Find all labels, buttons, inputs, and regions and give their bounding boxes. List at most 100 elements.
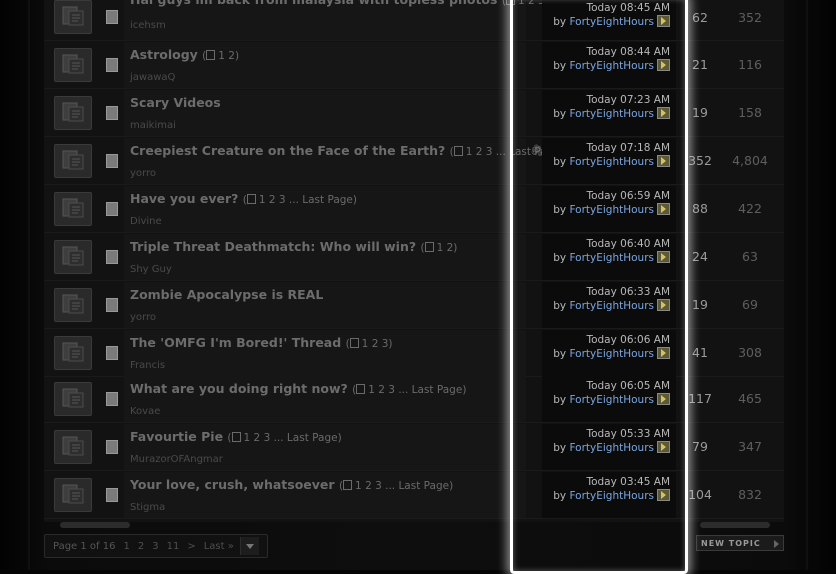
topic-page-links[interactable]: 1 2 3 ... Last Page (259, 194, 353, 206)
last-post-user-link[interactable]: FortyEightHours (570, 348, 655, 360)
topic-starter[interactable]: yorro (130, 168, 156, 179)
last-post-cell: Today 06:40 AM by FortyEightHours (542, 234, 676, 280)
view-count: 347 (738, 439, 762, 454)
last-page-link[interactable]: Last » (204, 541, 234, 552)
topic-starter[interactable]: Shy Guy (130, 264, 172, 275)
topic-title-link[interactable]: Hai guys im back from malaysia with topl… (130, 0, 497, 7)
last-post-user-link[interactable]: FortyEightHours (570, 442, 655, 454)
new-topic-button[interactable]: NEW TOPIC (696, 535, 784, 551)
multipage-icon (246, 194, 256, 204)
topic-title-line: Creepiest Creature on the Face of the Ea… (130, 143, 564, 158)
last-post-by: by FortyEightHours (553, 107, 670, 120)
left-border (28, 0, 30, 570)
topic-cell: Have you ever? (1 2 3 ... Last Page) Div… (124, 186, 526, 232)
topic-page-links[interactable]: 1 2 3 ... Last Page (355, 480, 449, 492)
topic-pages: (1 2 3) (345, 338, 393, 350)
topic-starter[interactable]: jawawaQ (130, 72, 175, 83)
topic-page-links[interactable]: 1 2 (437, 242, 454, 254)
topic-title-link[interactable]: Favourtie Pie (130, 429, 223, 444)
reply-count: 21 (692, 57, 708, 72)
topic-title-link[interactable]: What are you doing right now? (130, 381, 348, 396)
last-post-user-link[interactable]: FortyEightHours (570, 16, 655, 28)
rating-icon (106, 298, 118, 312)
topic-starter[interactable]: MurazorOFAngmar (130, 454, 223, 465)
topic-page-links[interactable]: 1 2 3 (362, 338, 389, 350)
topic-title-link[interactable]: Astrology (130, 47, 198, 62)
reply-count: 24 (692, 249, 708, 264)
topic-title-link[interactable]: Zombie Apocalypse is REAL (130, 287, 323, 302)
table-row: Zombie Apocalypse is REAL yorro Today 06… (44, 282, 784, 329)
go-to-last-post-icon[interactable] (657, 155, 670, 167)
topic-pages: (1 2) (420, 242, 458, 254)
topic-cell: Zombie Apocalypse is REAL yorro (124, 282, 526, 328)
last-post-time: Today 07:18 AM (586, 142, 670, 154)
last-post-user-link[interactable]: FortyEightHours (570, 300, 655, 312)
topic-starter[interactable]: Francis (130, 360, 165, 371)
page-link-2[interactable]: 2 (138, 541, 144, 552)
topic-starter[interactable]: Divine (130, 216, 162, 227)
last-post-user-link[interactable]: FortyEightHours (570, 252, 655, 264)
last-post-by-label: by (553, 490, 567, 502)
last-post-time: Today 06:06 AM (586, 334, 670, 346)
next-page-link[interactable]: > (187, 541, 195, 552)
last-post-by-label: by (553, 204, 567, 216)
topic-starter[interactable]: maikimai (130, 120, 176, 131)
go-to-last-post-icon[interactable] (657, 203, 670, 215)
go-to-last-post-icon[interactable] (657, 299, 670, 311)
go-to-last-post-icon[interactable] (657, 107, 670, 119)
folder-page-icon (54, 288, 92, 322)
last-post-user-link[interactable]: FortyEightHours (570, 394, 655, 406)
topic-title-link[interactable]: The 'OMFG I'm Bored!' Thread (130, 335, 341, 350)
reply-count: 79 (692, 439, 708, 454)
topic-title-line: Scary Videos (130, 95, 221, 110)
folder-page-icon (54, 144, 92, 178)
last-post-time: Today 06:40 AM (586, 238, 670, 250)
go-to-last-post-icon[interactable] (657, 15, 670, 27)
rating-icon (106, 58, 118, 72)
topic-starter[interactable]: yorro (130, 312, 156, 323)
last-post-user-link[interactable]: FortyEightHours (570, 108, 655, 120)
last-post-user-link[interactable]: FortyEightHours (570, 60, 655, 72)
last-post-by-label: by (553, 300, 567, 312)
multipage-icon (343, 480, 353, 490)
table-row: The 'OMFG I'm Bored!' Thread (1 2 3) Fra… (44, 330, 784, 377)
view-count: 308 (738, 345, 762, 360)
rating-icon (106, 346, 118, 360)
topic-cell: Astrology (1 2) jawawaQ (124, 42, 526, 88)
go-to-last-post-icon[interactable] (657, 393, 670, 405)
folder-page-icon (54, 336, 92, 370)
go-to-last-post-icon[interactable] (657, 251, 670, 263)
page-link-1[interactable]: 1 (123, 541, 129, 552)
topic-page-links[interactable]: 1 2 3 ... Last Page (244, 432, 338, 444)
last-post-user-link[interactable]: FortyEightHours (570, 204, 655, 216)
rating-icon (106, 488, 118, 502)
reply-count: 41 (692, 345, 708, 360)
table-row: Creepiest Creature on the Face of the Ea… (44, 138, 784, 185)
last-post-user-link[interactable]: FortyEightHours (570, 156, 655, 168)
topic-title-link[interactable]: Scary Videos (130, 95, 221, 110)
go-to-last-post-icon[interactable] (657, 489, 670, 501)
reply-count: 88 (692, 201, 708, 216)
last-post-user-link[interactable]: FortyEightHours (570, 490, 655, 502)
view-count: 465 (738, 391, 762, 406)
chevron-down-icon[interactable] (239, 537, 259, 555)
topic-title-link[interactable]: Your love, crush, whatsoever (130, 477, 335, 492)
page-link-3[interactable]: 3 (152, 541, 158, 552)
topic-starter[interactable]: Stigma (130, 502, 165, 513)
topic-page-links[interactable]: 1 2 3 ... Last Page (368, 384, 462, 396)
rating-icon (106, 392, 118, 406)
go-to-last-post-icon[interactable] (657, 59, 670, 71)
topic-pages: (1 2 3 ... Last Page) (242, 194, 358, 206)
go-to-last-post-icon[interactable] (657, 347, 670, 359)
go-to-last-post-icon[interactable] (657, 441, 670, 453)
table-row: Favourtie Pie (1 2 3 ... Last Page) Mura… (44, 424, 784, 471)
topic-starter[interactable]: Kovae (130, 406, 160, 417)
topic-title-link[interactable]: Creepiest Creature on the Face of the Ea… (130, 143, 445, 158)
last-post-cell: Today 03:45 AM by FortyEightHours (542, 472, 676, 518)
page-link-11[interactable]: 11 (167, 541, 180, 552)
topic-title-link[interactable]: Triple Threat Deathmatch: Who will win? (130, 239, 416, 254)
topic-page-links[interactable]: 1 2 (218, 50, 235, 62)
topic-starter[interactable]: icehsm (130, 20, 166, 31)
folder-page-icon (54, 240, 92, 274)
topic-title-link[interactable]: Have you ever? (130, 191, 238, 206)
